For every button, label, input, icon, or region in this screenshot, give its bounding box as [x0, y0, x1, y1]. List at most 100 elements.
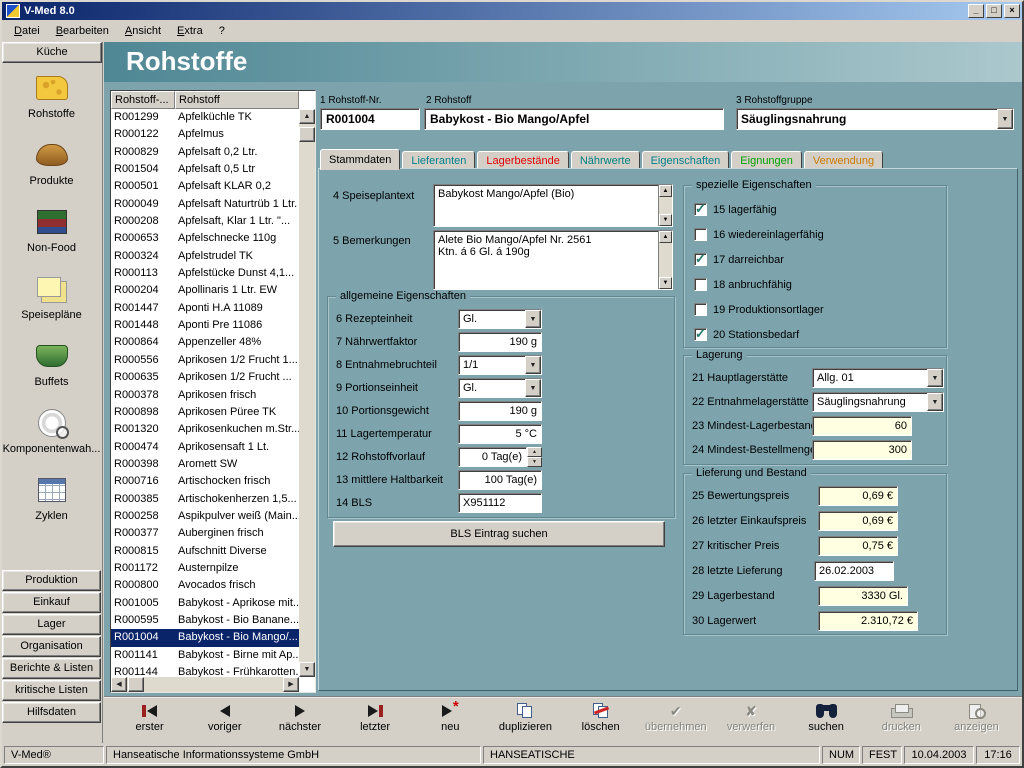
list-item[interactable]: R001504 Apfelsaft 0,5 Ltr	[111, 161, 299, 178]
scroll-right-icon[interactable]: ▶	[283, 677, 299, 692]
toolbar-drucken-button[interactable]: drucken	[864, 701, 939, 741]
list-item[interactable]: R000385 Artischokenherzen 1,5...	[111, 491, 299, 508]
list-item[interactable]: R000595 Babykost - Bio Banane...	[111, 612, 299, 629]
list-item[interactable]: R000377 Auberginen frisch	[111, 525, 299, 542]
scroll-up-icon[interactable]: ▲	[299, 109, 315, 124]
checkbox-row[interactable]: 20 Stationsbedarf	[694, 325, 940, 344]
sidebar-item-speiseplaene[interactable]: Speisepläne	[2, 265, 101, 332]
list-item[interactable]: R000635 Aprikosen 1/2 Frucht ...	[111, 369, 299, 386]
list-item[interactable]: R001005 Babykost - Aprikose mit...	[111, 595, 299, 612]
toolbar-verwerfen-button[interactable]: ✘ verwerfen	[713, 701, 788, 741]
scroll-down-icon[interactable]: ▼	[659, 214, 672, 226]
scroll-down-icon[interactable]: ▼	[299, 662, 315, 677]
sidebar-item-produkte[interactable]: Produkte	[2, 131, 101, 198]
list-item[interactable]: R001448 Aponti Pre 11086	[111, 317, 299, 334]
checkbox-row[interactable]: 19 Produktionsortlager	[694, 300, 940, 319]
toolbar-duplizieren-button[interactable]: duplizieren	[488, 701, 563, 741]
list-item[interactable]: R000556 Aprikosen 1/2 Frucht 1...	[111, 352, 299, 369]
rezepteinheit-select[interactable]: Gl. ▼	[458, 309, 542, 329]
sidebar-item-rohstoffe[interactable]: Rohstoffe	[2, 64, 101, 131]
menu-item-bearbeiten[interactable]: Bearbeiten	[48, 22, 117, 40]
kritischer-preis-field[interactable]: 0,75 €	[818, 536, 898, 556]
list-item[interactable]: R000378 Aprikosen frisch	[111, 387, 299, 404]
rohstoff-name-field[interactable]: Babykost - Bio Mango/Apfel	[424, 108, 724, 130]
rohstoffvorlauf-spinner[interactable]: ▲ ▼	[527, 447, 542, 467]
checkbox[interactable]	[694, 328, 707, 341]
sidebar-header-kueche[interactable]: Küche	[2, 42, 102, 63]
sidebar-button-lager[interactable]: Lager	[2, 614, 101, 635]
sidebar-button-einkauf[interactable]: Einkauf	[2, 592, 101, 613]
list-item[interactable]: R000864 Appenzeller 48%	[111, 334, 299, 351]
toolbar-voriger-button[interactable]: voriger	[187, 701, 262, 741]
chevron-down-icon[interactable]: ▼	[927, 393, 943, 411]
sidebar-item-buffets[interactable]: Buffets	[2, 332, 101, 399]
entnahmebruchteil-select[interactable]: 1/1 ▼	[458, 355, 542, 375]
einkaufspreis-field[interactable]: 0,69 €	[818, 511, 898, 531]
list-header-cell-name[interactable]: Rohstoff	[175, 91, 299, 109]
list-item[interactable]: R000324 Apfelstrudel TK	[111, 248, 299, 265]
list-item[interactable]: R000258 Aspikpulver weiß (Main...	[111, 508, 299, 525]
list-item[interactable]: R000208 Apfelsaft, Klar 1 Ltr. "...	[111, 213, 299, 230]
list-header-cell-id[interactable]: Rohstoff-...	[111, 91, 175, 109]
checkbox[interactable]	[694, 203, 707, 216]
sidebar-item-zyklen[interactable]: Zyklen	[2, 466, 101, 533]
vertical-scrollbar[interactable]: ▲ ▼	[299, 109, 315, 677]
lagerwert-field[interactable]: 2.310,72 €	[818, 611, 918, 631]
list-item[interactable]: R001004 Babykost - Bio Mango/...	[111, 629, 299, 646]
list-item[interactable]: R000398 Aromett SW	[111, 456, 299, 473]
sidebar-button-hilfsdaten[interactable]: Hilfsdaten	[2, 702, 101, 723]
list-item[interactable]: R000122 Apfelmus	[111, 126, 299, 143]
close-button[interactable]: ×	[1004, 4, 1020, 18]
list-item[interactable]: R000113 Apfelstücke Dunst 4,1...	[111, 265, 299, 282]
textarea-scrollbar[interactable]: ▲ ▼	[658, 185, 672, 226]
tab[interactable]: Stammdaten	[320, 149, 400, 170]
list-item[interactable]: R001144 Babykost - Frühkarotten...	[111, 664, 299, 677]
toolbar-letzter-button[interactable]: letzter	[338, 701, 413, 741]
bls-search-button[interactable]: BLS Eintrag suchen	[333, 521, 665, 547]
chevron-down-icon[interactable]: ▼	[525, 356, 541, 374]
list-item[interactable]: R000653 Apfelschnecke 110g	[111, 230, 299, 247]
toolbar-naechster-button[interactable]: nächster	[262, 701, 337, 741]
bewertungspreis-field[interactable]: 0,69 €	[818, 486, 898, 506]
entnahmelagerstaette-select[interactable]: Säuglingsnahrung ▼	[812, 392, 944, 412]
scroll-left-icon[interactable]: ◀	[111, 677, 127, 692]
toolbar-loeschen-button[interactable]: löschen	[563, 701, 638, 741]
chevron-down-icon[interactable]: ▼	[525, 379, 541, 397]
lagertemperatur-input[interactable]: 5 °C	[458, 424, 542, 444]
minimize-button[interactable]: _	[968, 4, 984, 18]
checkbox[interactable]	[694, 303, 707, 316]
chevron-down-icon[interactable]: ▼	[997, 109, 1013, 129]
list-item[interactable]: R000716 Artischocken frisch	[111, 473, 299, 490]
sidebar-button-produktion[interactable]: Produktion	[2, 570, 101, 591]
menu-item-datei[interactable]: Datei	[6, 22, 48, 40]
list-item[interactable]: R001320 Aprikosenkuchen m.Str...	[111, 421, 299, 438]
naehrwertfaktor-input[interactable]: 190 g	[458, 332, 542, 352]
sidebar-item-komponentenwahl[interactable]: Komponentenwah...	[2, 399, 101, 466]
menu-item-hilfe[interactable]: ?	[211, 22, 233, 40]
bls-input[interactable]: X951112	[458, 493, 542, 513]
list-item[interactable]: R000474 Aprikosensaft 1 Lt.	[111, 439, 299, 456]
mindest-bestellmenge-input[interactable]: 300	[812, 440, 912, 460]
list-item[interactable]: R001172 Austernpilze	[111, 560, 299, 577]
scroll-down-icon[interactable]: ▼	[659, 277, 672, 289]
sidebar-button-organisation[interactable]: Organisation	[2, 636, 101, 657]
hauptlagerstaette-select[interactable]: Allg. 01 ▼	[812, 368, 944, 388]
toolbar-erster-button[interactable]: erster	[112, 701, 187, 741]
menu-item-ansicht[interactable]: Ansicht	[117, 22, 169, 40]
chevron-down-icon[interactable]: ▼	[927, 369, 943, 387]
menu-item-extra[interactable]: Extra	[169, 22, 211, 40]
letzte-lieferung-field[interactable]: 26.02.2003	[814, 561, 894, 581]
checkbox-row[interactable]: 15 lagerfähig	[694, 200, 940, 219]
horizontal-scrollbar[interactable]: ◀ ▶	[111, 677, 299, 692]
list-item[interactable]: R001141 Babykost - Birne mit Ap...	[111, 647, 299, 664]
checkbox-row[interactable]: 18 anbruchfähig	[694, 275, 940, 294]
checkbox[interactable]	[694, 228, 707, 241]
sidebar-button-kritische-listen[interactable]: kritische Listen	[2, 680, 101, 701]
checkbox[interactable]	[694, 253, 707, 266]
list-item[interactable]: R000815 Aufschnitt Diverse	[111, 543, 299, 560]
portionsgewicht-input[interactable]: 190 g	[458, 401, 542, 421]
rohstoffvorlauf-input[interactable]: 0 Tag(e)	[458, 447, 527, 467]
scroll-up-icon[interactable]: ▲	[659, 185, 672, 197]
checkbox-row[interactable]: 17 darreichbar	[694, 250, 940, 269]
toolbar-suchen-button[interactable]: suchen	[789, 701, 864, 741]
